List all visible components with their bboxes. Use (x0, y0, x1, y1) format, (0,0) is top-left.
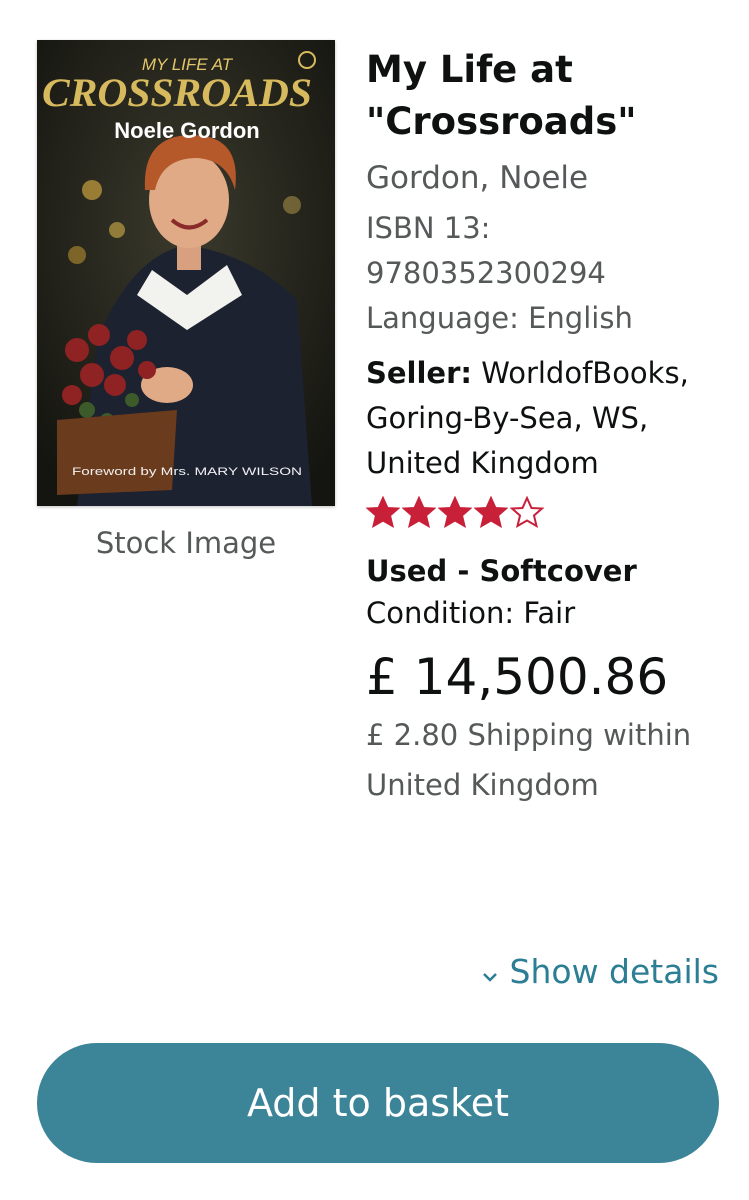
star-icon (474, 496, 508, 528)
seller-info: Seller: WorldofBooks, Goring-By-Sea, WS,… (366, 351, 736, 486)
price: £ 14,500.86 (366, 648, 669, 706)
language: Language: English (366, 301, 633, 335)
condition: Condition: Fair (366, 596, 576, 630)
chevron-down-icon (482, 952, 498, 991)
cover-title: CROSSROADS (42, 70, 312, 115)
isbn-label: ISBN 13: (366, 211, 491, 245)
binding: Used - Softcover (366, 554, 637, 588)
product-info: My Life at "Crossroads" Gordon, Noele IS… (366, 44, 736, 810)
show-details-link[interactable]: Show details (482, 952, 719, 991)
product-author: Gordon, Noele (366, 160, 589, 196)
star-outline-icon (510, 496, 544, 528)
star-icon (366, 496, 400, 528)
cover-author: Noele Gordon (114, 118, 259, 143)
cover-footer: Foreword by Mrs. MARY WILSON (72, 466, 302, 478)
isbn-value: 9780352300294 (366, 256, 606, 290)
star-icon (438, 496, 472, 528)
shipping-info: £ 2.80 Shipping within United Kingdom (366, 718, 692, 802)
product-meta: ISBN 13: 9780352300294 Language: English (366, 206, 736, 341)
seller-rating (366, 492, 736, 532)
add-to-basket-button[interactable]: Add to basket (37, 1043, 719, 1163)
book-cover-image[interactable]: MY LIFE AT CROSSROADS Noele Gordon Forew… (37, 40, 335, 506)
seller-label: Seller: (366, 356, 473, 390)
stock-image-label: Stock Image (95, 526, 277, 560)
show-details-label: Show details (509, 952, 719, 991)
product-title[interactable]: My Life at "Crossroads" (366, 44, 736, 148)
book-cover-illustration: MY LIFE AT CROSSROADS Noele Gordon Forew… (37, 40, 335, 506)
star-icon (402, 496, 436, 528)
